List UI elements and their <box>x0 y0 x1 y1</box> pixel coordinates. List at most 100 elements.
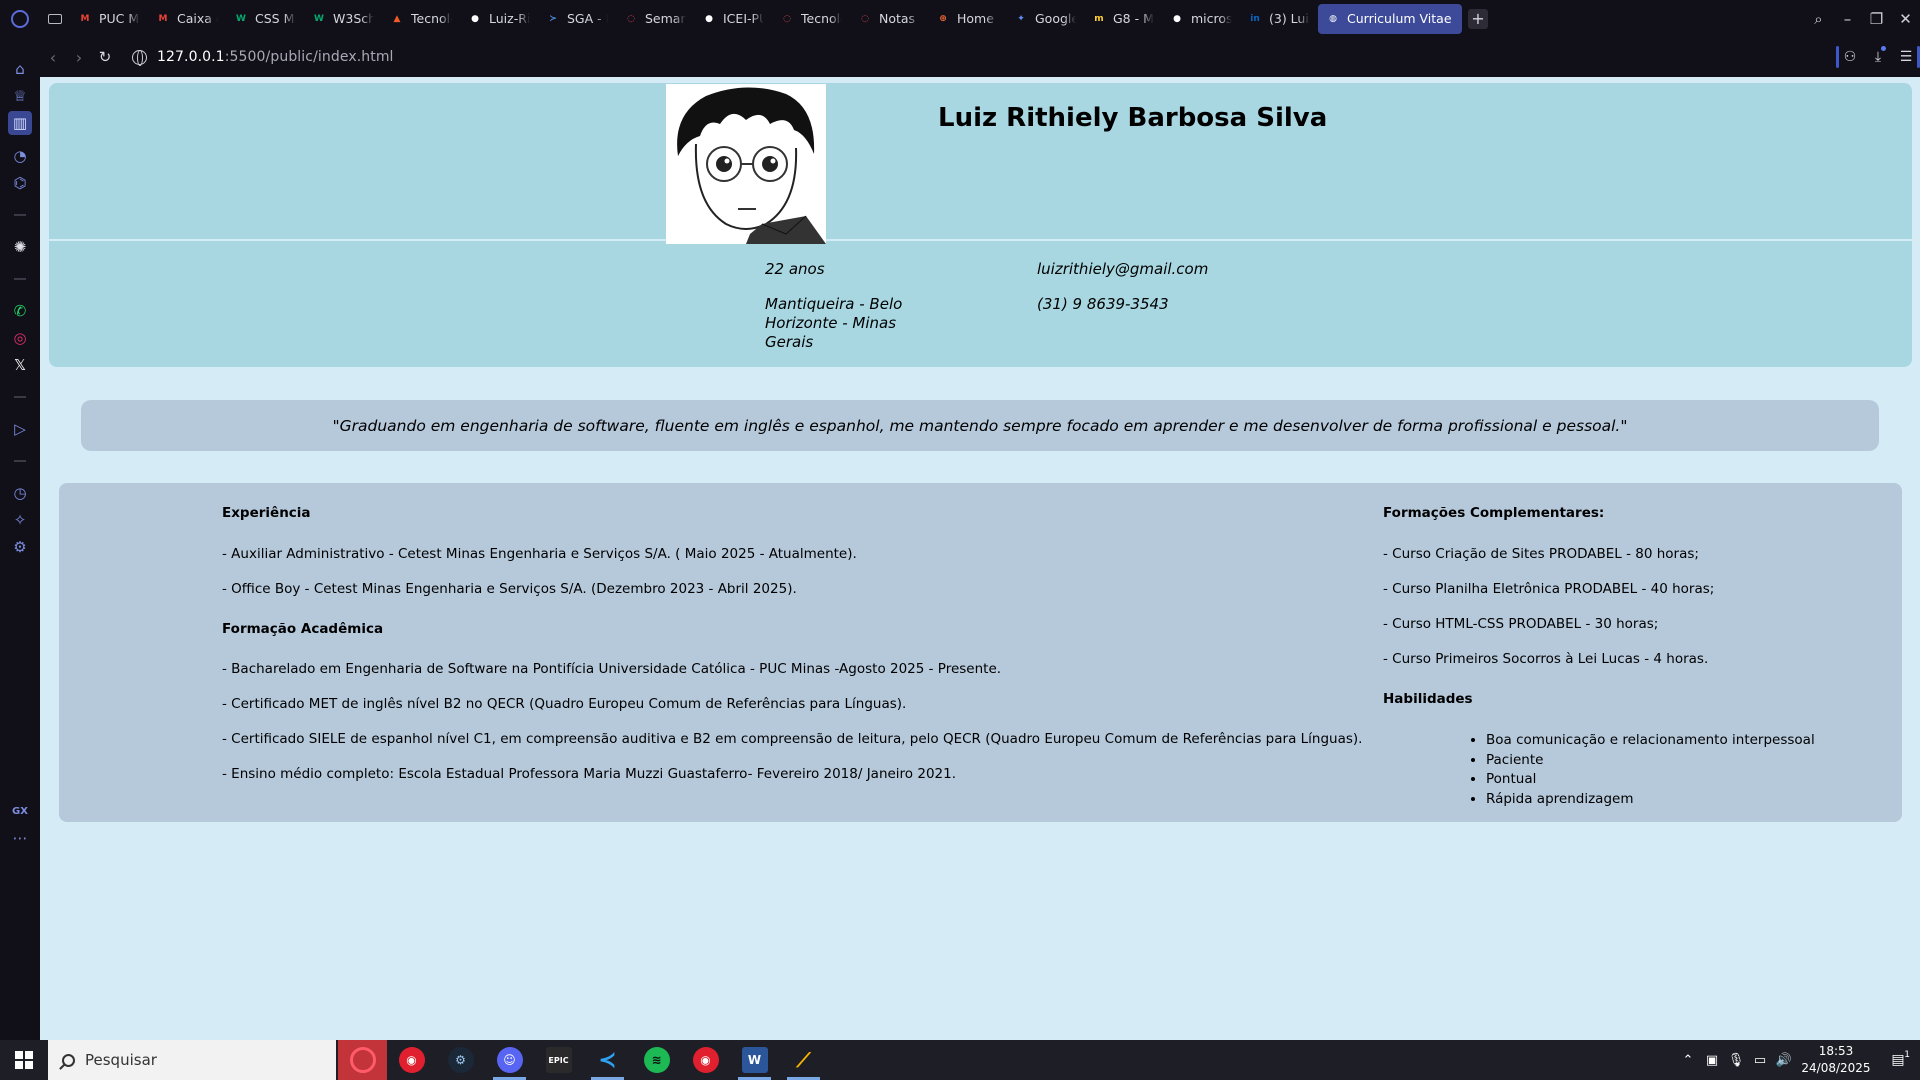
discord-taskbar-icon[interactable]: ☺ <box>485 1040 534 1080</box>
new-tab-button[interactable]: + <box>1468 8 1488 29</box>
tab-12[interactable]: ✦ Google Gemini <box>1006 4 1084 34</box>
education-item: - Bacharelado em Engenharia de Software … <box>222 661 1002 677</box>
sidebar-divider <box>14 214 26 216</box>
tab-label: Luiz-Rithiely <box>489 11 530 26</box>
search-tabs-icon[interactable]: ⌕ <box>1804 0 1833 37</box>
profile-location: Mantiqueira - Belo Horizonte - Minas Ger… <box>765 295 903 351</box>
network-icon[interactable]: ▭ <box>1748 1040 1772 1080</box>
instagram-icon[interactable]: ◎ <box>8 326 32 350</box>
restore-button[interactable]: ❐ <box>1862 0 1891 37</box>
github-icon: ● <box>1173 13 1181 24</box>
tab-menu-icon[interactable] <box>40 0 70 37</box>
word-taskbar-icon[interactable]: W <box>730 1040 779 1080</box>
back-button[interactable]: ‹ <box>40 44 66 70</box>
home-icon[interactable]: ⌂ <box>8 57 32 81</box>
crown-icon[interactable]: ♕ <box>8 84 32 108</box>
tab-label: Google Gemini <box>1035 11 1076 26</box>
course-item: - Curso Criação de Sites PRODABEL - 80 h… <box>1383 546 1699 562</box>
gx-icon[interactable]: GX <box>8 799 32 823</box>
sidebar-divider <box>14 396 26 398</box>
volume-icon[interactable]: 🔊 <box>1772 1040 1796 1080</box>
minimize-button[interactable]: – <box>1833 0 1862 37</box>
tab-15[interactable]: in (3) Luiz R <box>1240 4 1318 34</box>
app-taskbar-icon[interactable]: ⟋ <box>779 1040 828 1080</box>
skills-title: Habilidades <box>1383 691 1473 707</box>
settings-icon[interactable]: ⚙ <box>8 535 32 559</box>
tab-13[interactable]: m G8 - Miro <box>1084 4 1162 34</box>
easy-setup-icon[interactable]: ☰ <box>1892 37 1920 77</box>
tab-3[interactable]: W W3Schools <box>304 4 382 34</box>
url-field[interactable]: 127.0.0.1:5500/public/index.html <box>132 49 394 66</box>
reload-button[interactable]: ↻ <box>92 44 118 70</box>
download-icon[interactable]: ⤓ <box>1864 37 1892 77</box>
tab-1[interactable]: M Caixa de entrada <box>148 4 226 34</box>
gmail-icon: M <box>80 13 90 24</box>
tab-14[interactable]: ● microsoft <box>1162 4 1240 34</box>
player-icon[interactable]: ▷ <box>8 417 32 441</box>
tab-5[interactable]: ● Luiz-Rithiely <box>460 4 538 34</box>
profile-email: luizrithiely@gmail.com <box>1037 260 1209 278</box>
circle-icon: ◌ <box>783 13 791 24</box>
w3schools-icon: W <box>314 13 324 24</box>
microphone-icon[interactable]: 🎙 <box>1724 1040 1748 1080</box>
vscode-taskbar-icon[interactable]: ≺ <box>583 1040 632 1080</box>
chatgpt-icon[interactable]: ✺ <box>8 235 32 259</box>
course-item: - Curso Planilha Eletrônica PRODABEL - 4… <box>1383 581 1715 597</box>
education-item: - Certificado MET de inglês nível B2 no … <box>222 696 907 712</box>
steam-taskbar-icon[interactable]: ⚙ <box>436 1040 485 1080</box>
courses-title: Formações Complementares: <box>1383 505 1605 521</box>
tab-9[interactable]: ◌ Tecnologia <box>772 4 850 34</box>
profile-avatar <box>666 84 826 244</box>
github-icon: ● <box>471 13 479 24</box>
opera-logo-icon[interactable] <box>0 0 40 37</box>
linkedin-icon: in <box>1250 13 1260 24</box>
tab-0[interactable]: M PUC MINAS <box>70 4 148 34</box>
notification-center-icon[interactable]: ▤ 1 <box>1876 1050 1920 1068</box>
meet-now-icon[interactable]: ▣ <box>1700 1040 1724 1080</box>
tab-11[interactable]: ⊕ Home - F <box>928 4 1006 34</box>
anydesk-taskbar-icon[interactable]: ◉ <box>387 1040 436 1080</box>
tab-7[interactable]: ◌ Semana <box>616 4 694 34</box>
windows-start-button[interactable] <box>0 1040 48 1080</box>
experience-item: - Office Boy - Cetest Minas Engenharia e… <box>222 581 797 597</box>
home-icon: ⊕ <box>939 13 947 24</box>
whatsapp-icon[interactable]: ✆ <box>8 299 32 323</box>
url-host: 127.0.0.1 <box>157 49 225 65</box>
chevron-up-icon[interactable]: ⌃ <box>1676 1040 1700 1080</box>
pinboard-icon[interactable]: ⌬ <box>8 171 32 195</box>
tab-4[interactable]: ▲ Tecnologia <box>382 4 460 34</box>
close-button[interactable]: ✕ <box>1891 0 1920 37</box>
epic-games-taskbar-icon[interactable]: EPIC <box>534 1040 583 1080</box>
extensions-icon[interactable]: ✧ <box>8 508 32 532</box>
address-bar: ‹ › ↻ 127.0.0.1:5500/public/index.html ⚇… <box>40 37 1920 77</box>
search-placeholder: Pesquisar <box>85 1051 157 1069</box>
gmail-icon: M <box>158 13 168 24</box>
profile-icon[interactable]: ⚇ <box>1836 37 1864 77</box>
tab-2[interactable]: W CSS Margin <box>226 4 304 34</box>
speed-dial-icon[interactable]: ◔ <box>8 144 32 168</box>
tab-8[interactable]: ● ICEI-PUC <box>694 4 772 34</box>
page-viewport: Luiz Rithiely Barbosa Silva 22 anos Mant… <box>40 77 1920 1040</box>
tab-label: ICEI-PUC <box>723 11 764 26</box>
experience-item: - Auxiliar Administrativo - Cetest Minas… <box>222 546 857 562</box>
reader-icon[interactable]: ▥ <box>8 111 32 135</box>
history-icon[interactable]: ◷ <box>8 481 32 505</box>
tab-label: Semana <box>645 11 686 26</box>
system-tray: ⌃ ▣ 🎙 ▭ 🔊 18:53 24/08/2025 ▤ 1 <box>1676 1040 1920 1080</box>
site-info-icon[interactable] <box>132 49 147 66</box>
taskbar-clock[interactable]: 18:53 24/08/2025 <box>1796 1043 1876 1077</box>
anydesk-taskbar-icon[interactable]: ◉ <box>681 1040 730 1080</box>
taskbar-search[interactable]: Pesquisar <box>48 1040 336 1080</box>
profile-phone: (31) 9 8639-3543 <box>1037 295 1169 313</box>
tab-16[interactable]: ◍ Curriculum Vitae <box>1318 3 1462 34</box>
more-icon[interactable]: ⋯ <box>8 826 32 850</box>
miro-icon: m <box>1094 13 1104 24</box>
tab-6[interactable]: ≻ SGA - Página <box>538 4 616 34</box>
x-twitter-icon[interactable]: 𝕏 <box>8 353 32 377</box>
tab-10[interactable]: ◌ Notas para <box>850 4 928 34</box>
tab-label: Tecnologia <box>411 11 452 26</box>
spotify-taskbar-icon[interactable]: ≋ <box>632 1040 681 1080</box>
opera-gx-taskbar-icon[interactable] <box>338 1040 387 1080</box>
forward-button[interactable]: › <box>66 44 92 70</box>
globe-icon: ◍ <box>1329 13 1337 24</box>
